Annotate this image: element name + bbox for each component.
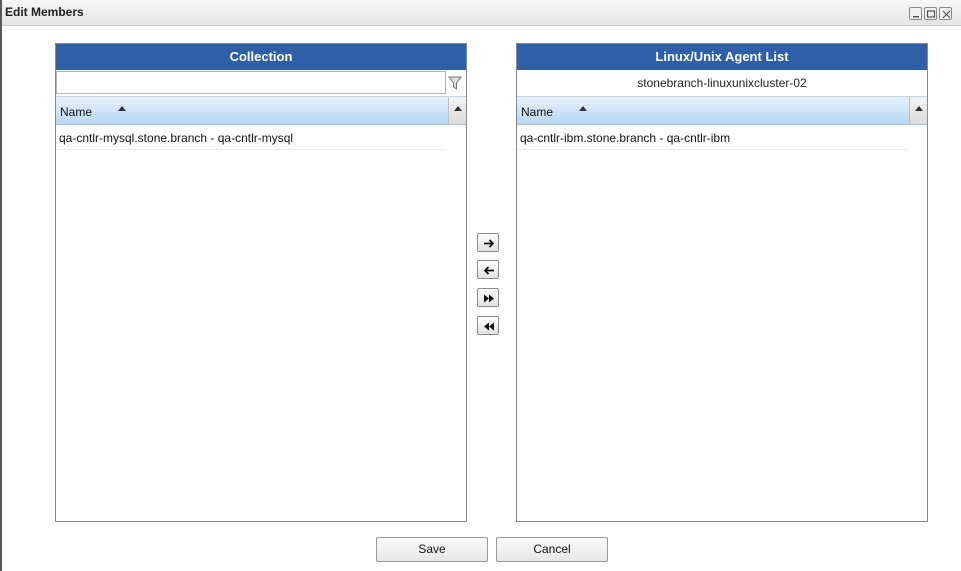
filter-row — [56, 70, 466, 96]
agent-list-panel: Linux/Unix Agent List stonebranch-linuxu… — [516, 43, 928, 522]
maximize-icon[interactable] — [924, 7, 937, 20]
move-all-right-button[interactable] — [477, 288, 499, 307]
arrow-left-icon — [483, 266, 494, 275]
close-icon[interactable] — [939, 7, 952, 20]
sort-ascending-icon — [118, 106, 126, 111]
name-column-header[interactable]: Name — [56, 96, 466, 125]
collection-panel: Collection Name qa-cntlr-mysql.stone.bra… — [55, 43, 467, 522]
move-right-button[interactable] — [477, 233, 499, 252]
window-title: Edit Members — [5, 5, 84, 19]
scroll-up-icon — [915, 106, 923, 111]
save-button[interactable]: Save — [376, 537, 488, 562]
arrow-right-icon — [484, 239, 495, 248]
edit-members-dialog: Edit Members Collection Name qa-cntlr-my… — [0, 0, 961, 571]
minimize-icon[interactable] — [909, 7, 922, 20]
scroll-up-icon — [454, 106, 462, 111]
name-column-header[interactable]: Name — [517, 96, 927, 125]
double-arrow-right-icon — [484, 294, 494, 303]
list-item-label: qa-cntlr-ibm.stone.branch - qa-cntlr-ibm — [520, 131, 731, 145]
title-bar[interactable]: Edit Members — [2, 0, 961, 26]
name-column-label: Name — [521, 105, 554, 119]
cluster-name: stonebranch-linuxunixcluster-02 — [637, 76, 807, 90]
list-item[interactable]: qa-cntlr-mysql.stone.branch - qa-cntlr-m… — [56, 128, 446, 150]
collection-header: Collection — [56, 44, 466, 70]
cancel-button[interactable]: Cancel — [496, 537, 608, 562]
list-item[interactable]: qa-cntlr-ibm.stone.branch - qa-cntlr-ibm — [517, 128, 907, 150]
sort-ascending-icon — [579, 106, 587, 111]
name-column-label: Name — [60, 105, 93, 119]
filter-icon[interactable] — [448, 75, 462, 91]
move-all-left-button[interactable] — [477, 316, 499, 335]
list-item-label: qa-cntlr-mysql.stone.branch - qa-cntlr-m… — [59, 131, 294, 145]
double-arrow-left-icon — [484, 322, 494, 331]
move-left-button[interactable] — [477, 260, 499, 279]
filter-input[interactable] — [56, 71, 446, 94]
scroll-up-button[interactable] — [909, 97, 927, 124]
agent-list-header: Linux/Unix Agent List — [517, 44, 927, 70]
scroll-up-button[interactable] — [448, 97, 466, 124]
